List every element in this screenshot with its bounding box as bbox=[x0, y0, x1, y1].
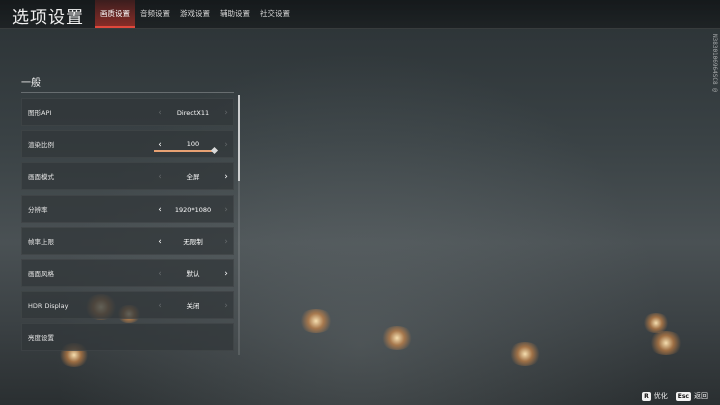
tab-audio[interactable]: 音频设置 bbox=[135, 0, 175, 28]
setting-row-resolution[interactable]: 分辨率 ‹ 1920*1080 › bbox=[21, 194, 234, 224]
lantern-light bbox=[642, 313, 670, 333]
scrollbar-thumb[interactable] bbox=[238, 95, 240, 181]
chevron-right-icon[interactable]: › bbox=[219, 163, 233, 191]
setting-value: 1920*1080 bbox=[174, 205, 212, 214]
option-selector: ‹ 全屏 › bbox=[153, 163, 233, 191]
chevron-right-icon[interactable]: › bbox=[219, 292, 233, 320]
settings-list: 图形API ‹ DirectX11 › 渲染比例 ‹ 100 › 画面模式 ‹ … bbox=[21, 98, 234, 354]
hint-label: 优化 bbox=[653, 392, 668, 400]
settings-scrollbar[interactable] bbox=[238, 95, 240, 355]
chevron-left-icon[interactable]: ‹ bbox=[153, 260, 167, 288]
option-selector: ‹ 100 › bbox=[153, 131, 233, 159]
tab-graphics[interactable]: 画质设置 bbox=[95, 0, 135, 28]
section-divider bbox=[21, 92, 234, 93]
setting-row-visual-style[interactable]: 画面风格 ‹ 默认 › bbox=[21, 258, 234, 288]
option-selector: ‹ 无限制 › bbox=[153, 228, 233, 256]
chevron-right-icon[interactable]: › bbox=[219, 260, 233, 288]
setting-label: 渲染比例 bbox=[28, 141, 54, 150]
page-title: 选项设置 bbox=[12, 8, 84, 28]
lantern-light bbox=[298, 309, 334, 333]
setting-label: 帧率上限 bbox=[28, 237, 54, 246]
tab-accessibility[interactable]: 辅助设置 bbox=[215, 0, 255, 28]
chevron-left-icon[interactable]: ‹ bbox=[153, 292, 167, 320]
setting-label: 图形API bbox=[28, 109, 52, 117]
chevron-right-icon[interactable]: › bbox=[219, 131, 233, 159]
chevron-left-icon[interactable]: ‹ bbox=[153, 196, 167, 224]
setting-label: 画面风格 bbox=[28, 269, 54, 278]
setting-value: 关闭 bbox=[186, 302, 200, 311]
lantern-light bbox=[380, 326, 414, 350]
setting-value: 全屏 bbox=[186, 173, 200, 182]
chevron-left-icon[interactable]: ‹ bbox=[153, 228, 167, 256]
setting-row-render-scale[interactable]: 渲染比例 ‹ 100 › bbox=[21, 130, 234, 159]
optimize-hint[interactable]: R 优化 bbox=[642, 391, 668, 401]
chevron-left-icon[interactable]: ‹ bbox=[153, 131, 167, 159]
tab-social[interactable]: 社交设置 bbox=[255, 0, 295, 28]
hint-label: 返回 bbox=[694, 392, 708, 400]
footer-hints: R 优化 Esc 返回 bbox=[642, 391, 708, 401]
slider-handle[interactable] bbox=[210, 147, 218, 155]
option-selector: ‹ 1920*1080 › bbox=[153, 196, 233, 224]
chevron-left-icon[interactable]: ‹ bbox=[153, 99, 167, 127]
chevron-right-icon[interactable]: › bbox=[219, 228, 233, 256]
tab-bar: 画质设置 音频设置 游戏设置 辅助设置 社交设置 bbox=[95, 0, 295, 28]
setting-label: 亮度设置 bbox=[28, 334, 54, 343]
setting-row-display-mode[interactable]: 画面模式 ‹ 全屏 › bbox=[21, 162, 234, 191]
setting-value: 无限制 bbox=[183, 237, 203, 246]
top-bar: 选项设置 画质设置 音频设置 游戏设置 辅助设置 社交设置 bbox=[0, 0, 720, 29]
option-selector: ‹ 默认 › bbox=[153, 260, 233, 288]
lantern-light bbox=[508, 342, 542, 366]
option-selector: ‹ DirectX11 › bbox=[153, 99, 233, 127]
render-scale-slider[interactable] bbox=[154, 147, 218, 155]
section-title: 一般 bbox=[21, 78, 41, 89]
back-hint[interactable]: Esc 返回 bbox=[675, 391, 708, 401]
chevron-right-icon[interactable]: › bbox=[219, 196, 233, 224]
key-r-icon: R bbox=[642, 391, 651, 401]
lantern-light bbox=[648, 331, 684, 355]
build-id-text: N3830106964SC8 @ bbox=[711, 34, 718, 92]
setting-label: 分辨率 bbox=[28, 205, 48, 214]
key-esc-icon: Esc bbox=[675, 391, 691, 401]
tab-game[interactable]: 游戏设置 bbox=[175, 0, 215, 28]
setting-row-hdr-display[interactable]: HDR Display ‹ 关闭 › bbox=[21, 291, 234, 320]
chevron-left-icon[interactable]: ‹ bbox=[153, 163, 167, 191]
setting-value: 100 bbox=[186, 140, 200, 149]
setting-row-graphics-api[interactable]: 图形API ‹ DirectX11 › bbox=[21, 98, 234, 126]
setting-value: 默认 bbox=[186, 269, 200, 278]
settings-screen: 选项设置 画质设置 音频设置 游戏设置 辅助设置 社交设置 N383010696… bbox=[0, 0, 720, 405]
setting-value: DirectX11 bbox=[176, 109, 210, 117]
option-selector: ‹ 关闭 › bbox=[153, 292, 233, 320]
chevron-right-icon[interactable]: › bbox=[219, 99, 233, 127]
slider-fill bbox=[154, 150, 214, 153]
setting-label: 画面模式 bbox=[28, 173, 54, 182]
setting-row-brightness[interactable]: 亮度设置 bbox=[21, 323, 234, 352]
setting-row-framerate-cap[interactable]: 帧率上限 ‹ 无限制 › bbox=[21, 226, 234, 256]
setting-label: HDR Display bbox=[28, 302, 69, 311]
